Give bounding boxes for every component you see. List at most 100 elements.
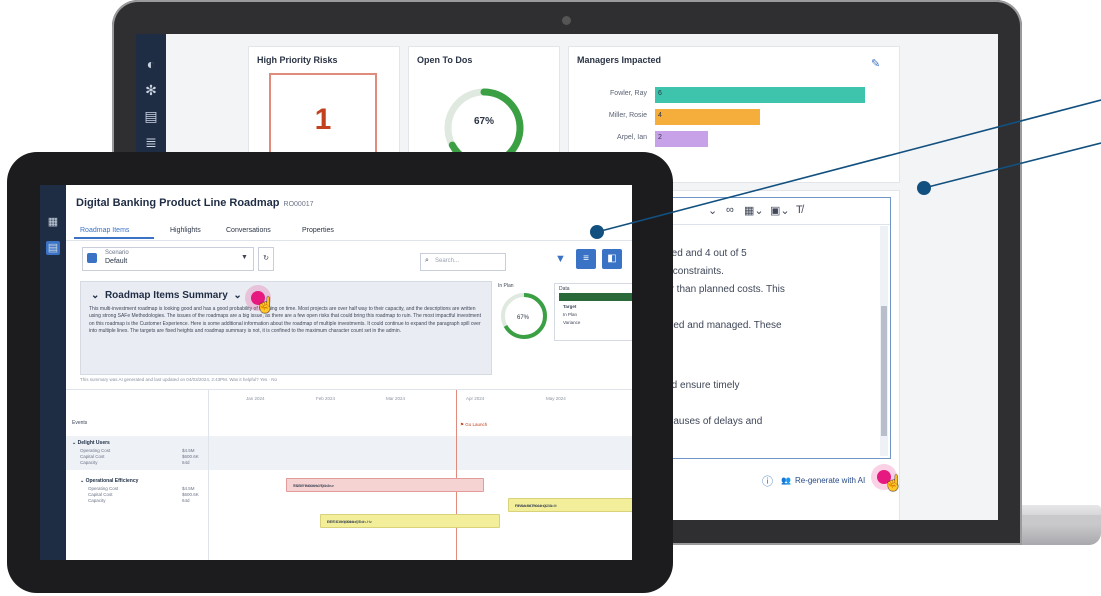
- scenario-label: Scenario: [105, 250, 129, 256]
- manager-name: Fowler, Ray: [610, 90, 647, 97]
- timeline-date: Jan 2024: [246, 396, 265, 401]
- summary-title[interactable]: ⌄ Roadmap Items Summary ⌄: [91, 290, 242, 301]
- regenerate-ai-button[interactable]: 👥 Re-generate with AI: [781, 471, 865, 489]
- events-label: Events: [72, 420, 88, 426]
- bar-code: TSRB RO0016 Q1 2: [293, 483, 330, 488]
- summary-text: This multi-investment roadmap is looking…: [89, 306, 481, 335]
- editor-scrollbar[interactable]: [880, 226, 888, 456]
- metric-label: Capital Cost: [80, 454, 105, 459]
- metric-label: Operating Cost: [88, 486, 119, 491]
- scrollbar-thumb[interactable]: [881, 306, 887, 436]
- metric-value: 64d: [182, 460, 190, 465]
- scenario-value: Default: [105, 258, 128, 265]
- filter-icon[interactable]: ▼: [555, 253, 566, 265]
- tab-highlights[interactable]: Highlights: [170, 227, 201, 234]
- card-title: Open To Dos: [417, 55, 473, 65]
- scenario-select[interactable]: Scenario Default ▼: [82, 247, 254, 271]
- manager-row[interactable]: Fowler, Ray 6: [569, 87, 899, 103]
- milestone-text: Go Launch: [465, 422, 488, 427]
- hand-cursor-icon: ☝: [884, 475, 903, 492]
- manager-count: 6: [658, 90, 662, 97]
- chevron-down-icon: ▼: [241, 254, 248, 261]
- manager-name: Miller, Rosie: [608, 112, 647, 119]
- roadmap-item-bar[interactable]: R&D Features Release TSRB RO0016 Q1 2: [286, 478, 484, 492]
- gantt-row-headers: [66, 390, 209, 560]
- timeline-date: Mar 2024: [386, 396, 406, 401]
- roadmap-title: Digital Banking Product Line Roadmap: [76, 197, 280, 209]
- edit-icon[interactable]: ✎: [871, 57, 883, 70]
- legend-item: Variance: [563, 320, 581, 325]
- risk-count: 1: [314, 103, 332, 136]
- manager-count: 4: [658, 112, 662, 119]
- group-name[interactable]: ⌄ Operational Efficiency: [80, 478, 138, 484]
- metric-value: $4.5M: [182, 448, 195, 453]
- search-input[interactable]: ⌕ Search...: [420, 253, 506, 271]
- laptop-camera: [562, 16, 571, 25]
- tablet-sidebar: ▦ ▤: [40, 185, 66, 560]
- tab-roadmap-items[interactable]: Roadmap Items: [80, 227, 129, 234]
- manager-bar: 4: [655, 109, 760, 125]
- regenerate-label: Re-generate with AI: [794, 475, 866, 485]
- roadmap-item-bar[interactable]: Financial Process Audit RRSA RO0016 Q2 3: [508, 498, 632, 512]
- manager-bar: 2: [655, 131, 708, 147]
- database-icon: [87, 253, 97, 263]
- table-icon[interactable]: ▦⌄: [744, 204, 764, 217]
- tab-divider: [66, 240, 632, 241]
- settings-button[interactable]: ◧: [602, 249, 622, 269]
- metric-label: Capacity: [80, 460, 98, 465]
- legend-header: Data: [559, 286, 570, 292]
- hand-cursor-icon: ☝: [256, 297, 275, 314]
- page-title: Digital Banking Product Line Roadmap RO00…: [76, 197, 314, 209]
- legend-bar: [559, 293, 632, 301]
- image-icon[interactable]: ▣⌄: [770, 204, 790, 217]
- chevron-down-icon[interactable]: ⌄: [708, 204, 717, 217]
- manager-bar: 6: [655, 87, 865, 103]
- card-title: Managers Impacted: [577, 55, 662, 65]
- today-line: [456, 390, 457, 560]
- collapse-icon[interactable]: ⌄: [91, 290, 99, 301]
- group-name-text: Delight Users: [77, 440, 110, 446]
- legend-item: Target: [563, 304, 577, 309]
- group-name[interactable]: ⌄ Delight Users: [72, 440, 110, 446]
- link-icon[interactable]: ∞: [726, 204, 734, 216]
- asterisk-icon[interactable]: ✻: [143, 82, 159, 98]
- metric-value: 64d: [182, 498, 190, 503]
- roadmap-item-bar[interactable]: DEF Compliance Run-Hz RRSB RO0016 Q1 4: [320, 514, 500, 528]
- view-toggle-button[interactable]: ≡: [576, 249, 596, 269]
- timeline-date: May 2024: [546, 396, 566, 401]
- metric-value: $4.5M: [182, 486, 195, 491]
- search-placeholder: Search...: [435, 258, 460, 264]
- group-name-text: Operational Efficiency: [85, 478, 139, 484]
- manager-row[interactable]: Miller, Rosie 4: [569, 109, 899, 125]
- milestone-label[interactable]: ⚑ Go Launch: [460, 422, 487, 428]
- layers-icon[interactable]: ≣: [143, 134, 159, 150]
- manager-count: 2: [658, 134, 662, 141]
- ai-people-icon: 👥: [781, 475, 791, 485]
- in-plan-label: In Plan: [498, 283, 514, 289]
- info-icon[interactable]: ⓘ: [762, 473, 773, 489]
- metric-value: $600.6K: [182, 454, 199, 459]
- tab-properties[interactable]: Properties: [302, 227, 334, 234]
- chevron-down-icon[interactable]: ⌄: [233, 290, 241, 301]
- clear-format-icon[interactable]: T̸: [796, 204, 803, 216]
- summary-title-text: Roadmap Items Summary: [104, 290, 228, 301]
- roadmap-gantt: Jan 2024 Feb 2024 Mar 2024 Apr 2024 May …: [66, 389, 632, 560]
- card-title: High Priority Risks: [257, 55, 338, 65]
- data-legend: Data Target In Plan Variance: [554, 283, 632, 341]
- tab-conversations[interactable]: Conversations: [226, 227, 271, 234]
- grid-icon[interactable]: ▦: [46, 215, 60, 229]
- bar-code: RRSA RO0016 Q2 3: [515, 503, 552, 508]
- reset-icon[interactable]: ↻: [258, 247, 274, 271]
- legend-item: In Plan: [563, 312, 578, 317]
- metric-value: $600.6K: [182, 492, 199, 497]
- presentation-icon[interactable]: ▤: [143, 108, 159, 124]
- manager-row[interactable]: Arpel, Ian 2: [569, 131, 899, 147]
- timeline-date: Apr 2024: [466, 396, 485, 401]
- chart-icon[interactable]: ◐: [143, 56, 159, 72]
- todo-percent: 67%: [473, 116, 494, 127]
- metric-label: Capital Cost: [88, 492, 113, 497]
- roadmap-icon[interactable]: ▤: [46, 241, 60, 255]
- roadmap-id: RO00017: [283, 201, 314, 208]
- roadmap-summary-panel: ⌄ Roadmap Items Summary ⌄ This multi-inv…: [80, 281, 492, 375]
- metric-label: Capacity: [88, 498, 106, 503]
